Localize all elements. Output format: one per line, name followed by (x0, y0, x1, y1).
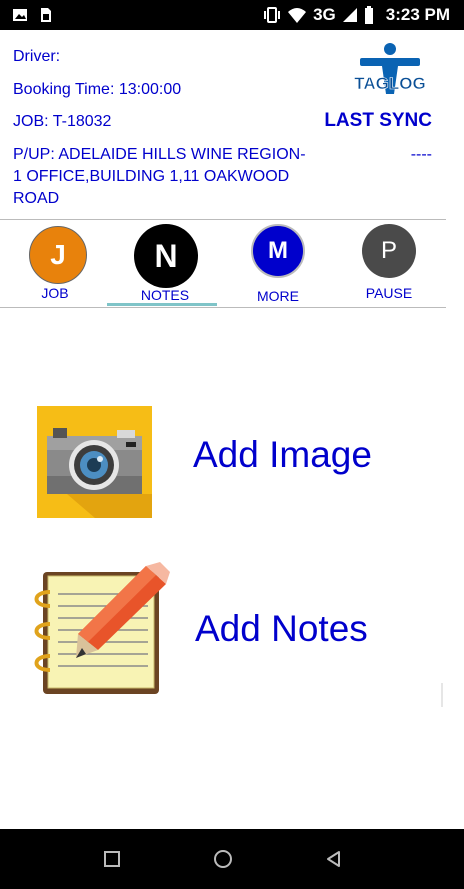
battery-icon (364, 6, 373, 24)
back-icon (327, 851, 340, 867)
last-sync-value: ---- (410, 146, 432, 163)
tab-more[interactable]: M MORE (223, 220, 333, 308)
add-notes-label: Add Notes (195, 608, 368, 649)
status-bar: 3G 3:23 PM (0, 0, 464, 30)
tab-notes-label: NOTES (140, 287, 190, 303)
tab-job-label: JOB (41, 285, 69, 301)
home-icon (214, 850, 232, 868)
tab-pause[interactable]: P PAUSE (334, 220, 444, 308)
job-tab-icon: J (29, 226, 87, 284)
active-tab-indicator (107, 303, 217, 306)
signal-icon (342, 8, 357, 22)
tab-more-label: MORE (257, 288, 299, 304)
notebook-pencil-icon (34, 562, 170, 694)
network-type: 3G (313, 5, 336, 24)
add-notes-button[interactable]: Add Notes (0, 560, 446, 696)
last-sync-label: LAST SYNC (324, 110, 432, 131)
clock: 3:23 PM (385, 5, 450, 24)
job-header: Driver: Booking Time: 13:00:00 JOB: T-18… (0, 30, 446, 218)
camera-icon (37, 406, 152, 518)
taglog-logo: TAGLOG (354, 43, 426, 94)
notes-tab-icon: N (134, 224, 198, 288)
add-image-label: Add Image (193, 434, 372, 475)
logo-text: TAGLOG (354, 74, 425, 93)
sim-icon (41, 8, 51, 22)
tab-divider (0, 307, 446, 308)
pause-tab-icon: P (362, 224, 416, 278)
scroll-indicator (441, 683, 443, 707)
home-button[interactable] (193, 829, 253, 889)
image-icon (13, 9, 27, 21)
pickup-address: P/UP: ADELAIDE HILLS WINE REGION-1 OFFIC… (13, 145, 306, 207)
android-nav-bar (0, 829, 464, 889)
driver-label: Driver: (13, 48, 61, 65)
back-button[interactable] (304, 829, 364, 889)
recents-button[interactable] (82, 829, 142, 889)
add-image-button[interactable]: Add Image (0, 404, 446, 520)
booking-time: Booking Time: 13:00:00 (13, 80, 182, 98)
tab-job[interactable]: J JOB (0, 220, 110, 308)
tab-pause-label: PAUSE (365, 285, 413, 301)
wifi-icon (288, 8, 307, 23)
tab-bar: J JOB N NOTES M MORE P PAUSE (0, 220, 446, 308)
tab-notes[interactable]: N NOTES (110, 220, 220, 308)
recents-icon (104, 851, 120, 867)
vibrate-icon (264, 7, 281, 23)
job-number: JOB: T-18032 (13, 113, 112, 130)
more-tab-icon: M (251, 224, 305, 278)
